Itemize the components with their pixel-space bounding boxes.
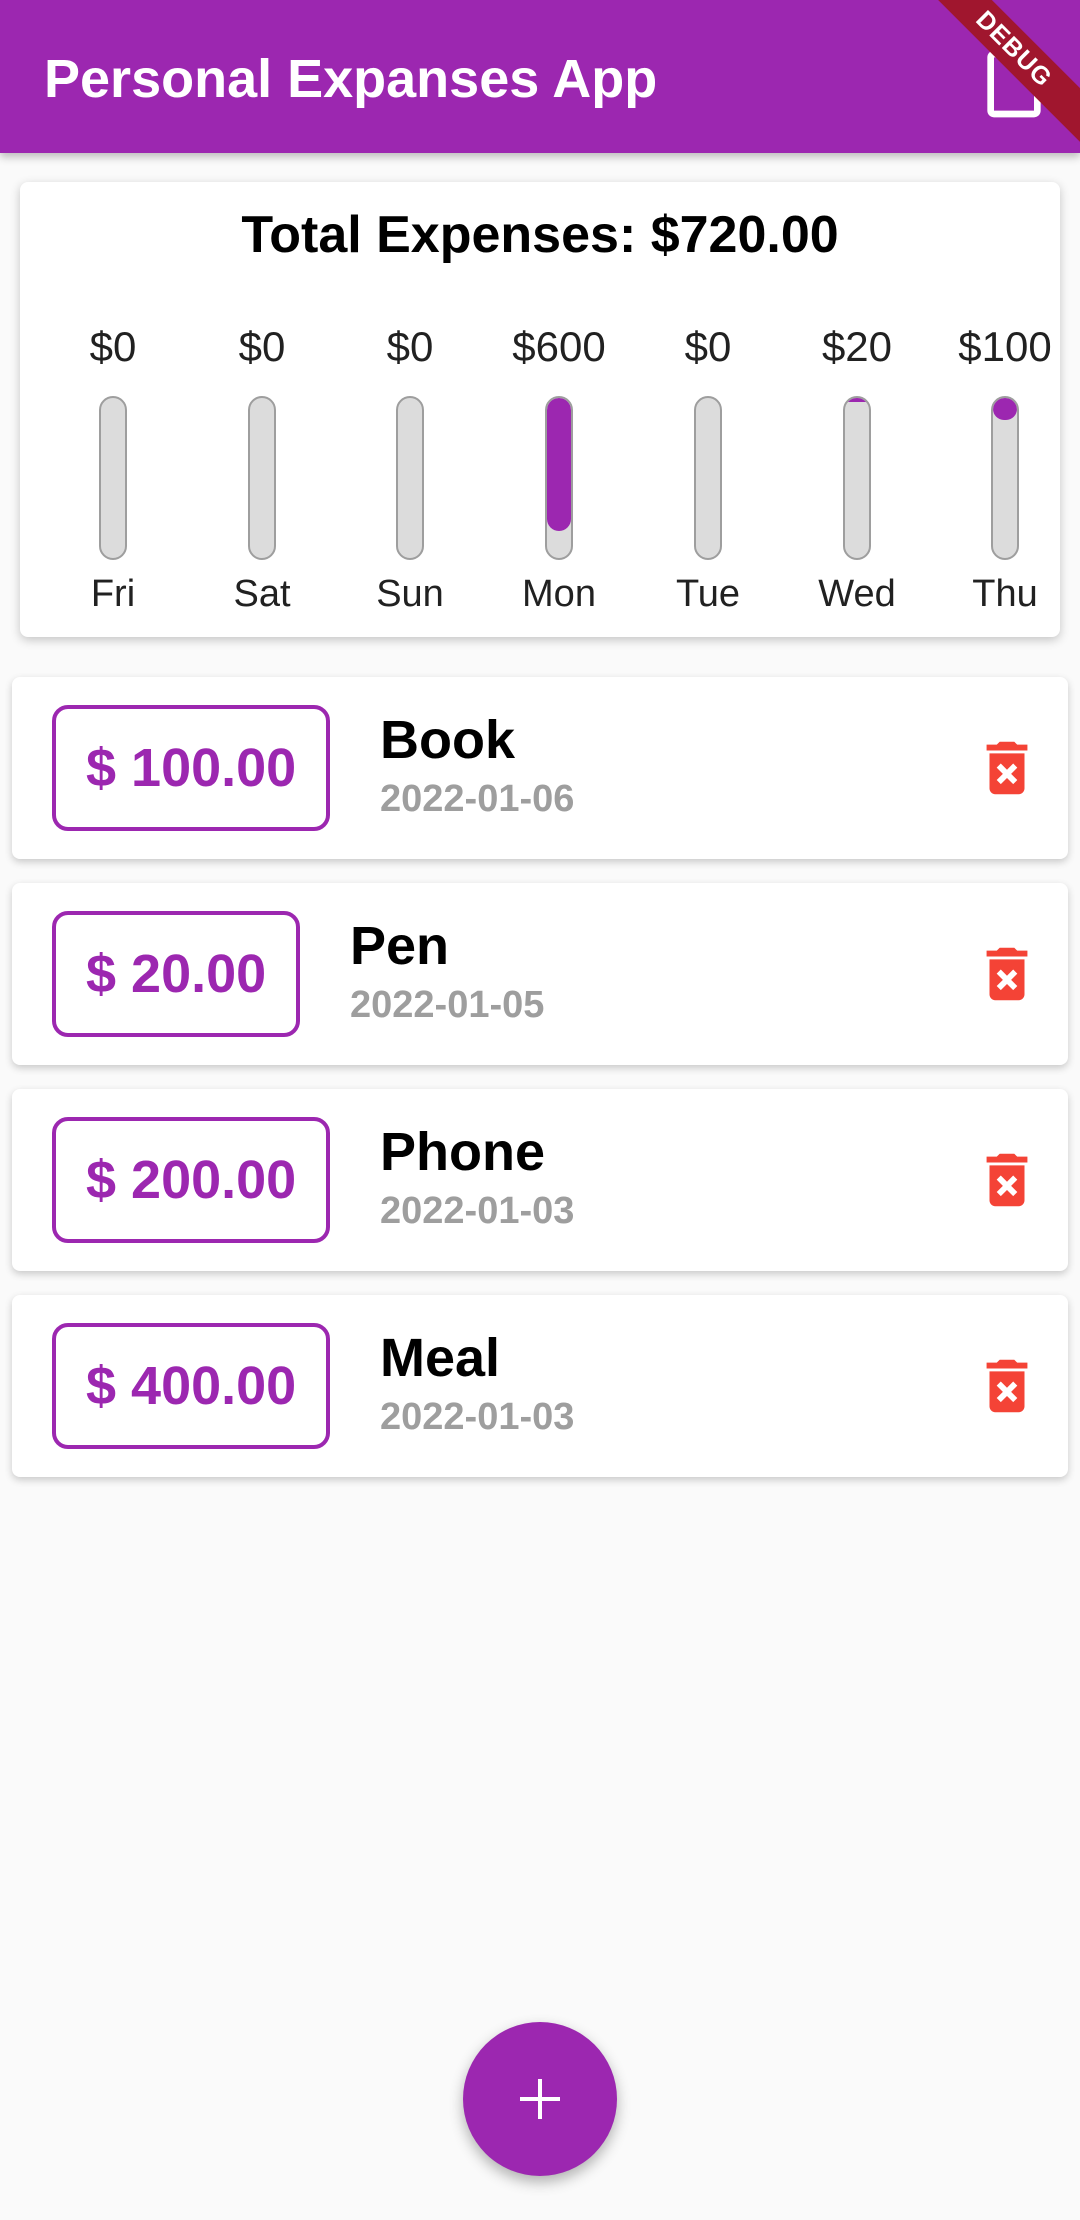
- bar-day-label: Thu: [972, 573, 1038, 615]
- transaction-card: $ 100.00 Book 2022-01-06: [12, 677, 1068, 859]
- transaction-date: 2022-01-03: [380, 1190, 575, 1232]
- transaction-title: Book: [380, 710, 515, 770]
- total-expenses-label: Total Expenses: $720.00: [241, 206, 839, 264]
- bar-amount-label: $20: [821, 323, 893, 370]
- app-title: Personal Expanses App: [44, 49, 658, 109]
- add-transaction-fab[interactable]: [463, 2022, 617, 2176]
- weekly-chart-card: Total Expenses: $720.00 $0 Fri $0 Sat $0…: [20, 182, 1060, 637]
- transaction-info: Phone 2022-01-03: [380, 1119, 574, 1237]
- transaction-date: 2022-01-03: [380, 1396, 575, 1438]
- transaction-date: 2022-01-06: [380, 778, 575, 820]
- plus-icon: [520, 2079, 560, 2119]
- transaction-card: $ 200.00 Phone 2022-01-03: [12, 1089, 1068, 1271]
- bar-amount-label: $100: [958, 323, 1052, 370]
- bar-amount-label: $0: [386, 323, 434, 370]
- bar-fill: [547, 398, 571, 532]
- trash-icon: [986, 1153, 1028, 1207]
- delete-transaction-button[interactable]: [972, 1351, 1042, 1421]
- bar-day-label: Tue: [675, 573, 741, 615]
- bar-day-label: Fri: [90, 573, 136, 615]
- bar-amount-label: $0: [89, 323, 137, 370]
- transaction-card: $ 20.00 Pen 2022-01-05: [12, 883, 1068, 1065]
- bar-amount-label: $600: [512, 323, 606, 370]
- transaction-amount: $ 400.00: [52, 1323, 331, 1449]
- add-document-icon: [987, 50, 1041, 118]
- transaction-info: Meal 2022-01-03: [380, 1325, 574, 1443]
- transaction-card: $ 400.00 Meal 2022-01-03: [12, 1295, 1068, 1477]
- bar-fill: [845, 398, 869, 403]
- delete-transaction-button[interactable]: [972, 939, 1042, 1009]
- bar-track: [396, 396, 424, 560]
- bar-track: [99, 396, 127, 560]
- delete-transaction-button[interactable]: [972, 733, 1042, 803]
- bar-day-label: Mon: [522, 573, 596, 615]
- transaction-title: Pen: [350, 916, 450, 976]
- bar-amount-label: $0: [238, 323, 286, 370]
- bar-track: [545, 396, 573, 560]
- trash-icon: [986, 1359, 1028, 1413]
- trash-icon: [986, 741, 1028, 795]
- bar-day-label: Wed: [818, 573, 896, 615]
- bar-day-label: Sun: [376, 573, 444, 615]
- bar-track: [991, 396, 1019, 560]
- bar-day-label: Sat: [233, 573, 291, 615]
- bar-track: [248, 396, 276, 560]
- trash-icon: [986, 947, 1028, 1001]
- transaction-info: Book 2022-01-06: [380, 707, 574, 825]
- bar-fill: [993, 398, 1017, 421]
- transaction-date: 2022-01-05: [350, 984, 545, 1026]
- transaction-info: Pen 2022-01-05: [350, 913, 544, 1031]
- delete-transaction-button[interactable]: [972, 1145, 1042, 1215]
- bar-track: [694, 396, 722, 560]
- transaction-title: Phone: [380, 1122, 546, 1182]
- transaction-amount: $ 100.00: [52, 705, 331, 831]
- bar-track: [843, 396, 871, 560]
- app-bar: Personal Expanses App: [0, 0, 1080, 153]
- transaction-amount: $ 200.00: [52, 1117, 331, 1243]
- transaction-amount: $ 20.00: [52, 911, 301, 1037]
- add-transaction-action-button[interactable]: [974, 44, 1054, 124]
- transaction-title: Meal: [380, 1328, 501, 1388]
- bar-amount-label: $0: [684, 323, 732, 370]
